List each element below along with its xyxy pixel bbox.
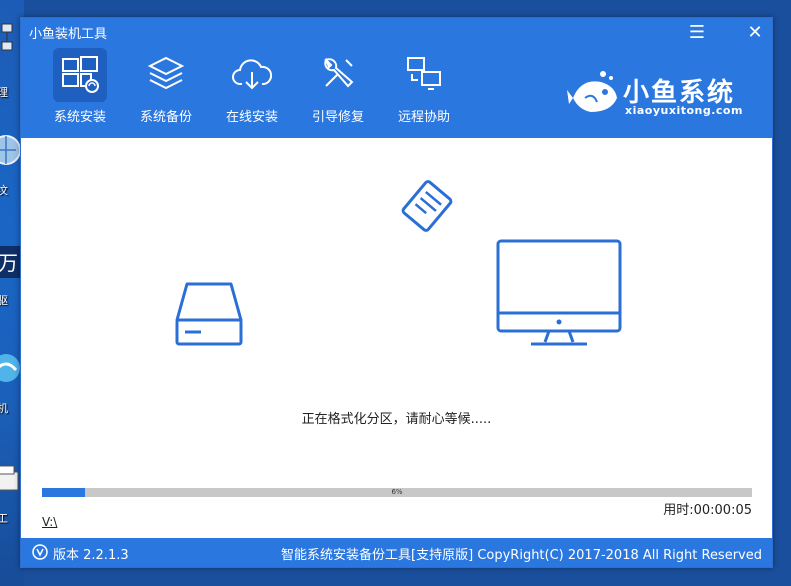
nav-icon-box	[53, 48, 107, 102]
svg-text:万: 万	[0, 251, 18, 275]
desktop-shortcut-label: 管理	[0, 86, 8, 99]
nav-label: 引导修复	[311, 110, 364, 125]
globe-icon	[0, 135, 21, 165]
progress-percent-label: 6%	[391, 488, 403, 496]
nav-icon-box	[397, 48, 451, 102]
close-icon: ✕	[747, 22, 763, 43]
windows-refresh-icon	[62, 56, 99, 93]
nav-label: 系统备份	[139, 110, 192, 125]
installer-window: 小鱼装机工具 ☰ ✕ 系统安装 系统备份 在线安装 引导修复 远程协助 小鱼系统…	[20, 17, 773, 568]
wrench-screwdriver-icon	[324, 57, 354, 88]
elapsed-time: 用时:00:00:05	[663, 503, 752, 518]
desktop-shortcut-label: 能驱	[0, 294, 8, 307]
nav-label: 在线安装	[225, 110, 278, 125]
menu-icon: ☰	[688, 22, 706, 43]
desktop-shortcut-label: 复工	[0, 512, 8, 525]
nav-item-remote-assist[interactable]: 远程协助	[395, 48, 453, 128]
fish-installer-icon	[0, 354, 20, 382]
fish-logo-icon	[567, 71, 617, 112]
progress-panel: 正在格式化分区，请耐心等候..... 6% 用时:00:00:05 V:\	[21, 138, 772, 538]
remote-screens-icon	[407, 57, 441, 90]
cloud-download-icon	[232, 59, 272, 90]
nav-label: 系统安装	[53, 110, 106, 125]
document-icon	[401, 180, 453, 232]
target-drive-link[interactable]: V:\	[42, 515, 57, 529]
version-icon	[32, 544, 48, 560]
nav-label: 远程协助	[397, 110, 450, 125]
brand-url: xiaoyuxitong.com	[625, 104, 743, 117]
desktop-shortcut-label: 装机	[0, 402, 8, 415]
menu-button[interactable]: ☰	[685, 22, 709, 44]
monitor-icon	[496, 239, 622, 346]
layers-icon	[147, 56, 185, 90]
copyright-text: 智能系统安装备份工具[支持原版] CopyRight(C) 2017-2018 …	[281, 548, 762, 563]
nav-item-boot-repair[interactable]: 引导修复	[309, 48, 367, 128]
window-header: 小鱼装机工具 ☰ ✕ 系统安装 系统备份 在线安装 引导修复 远程协助 小鱼系统…	[21, 18, 772, 138]
nav-icon-box	[225, 48, 279, 102]
window-title: 小鱼装机工具	[29, 27, 108, 42]
progress-bar: 6%	[42, 488, 752, 497]
nav-item-system-backup[interactable]: 系统备份	[137, 48, 195, 128]
version-text: 版本 2.2.1.3	[53, 548, 129, 563]
nav-icon-box	[139, 48, 193, 102]
close-button[interactable]: ✕	[743, 22, 767, 44]
brand-logo: 小鱼系统 xiaoyuxitong.com	[567, 68, 767, 124]
driver-app-icon: 万	[0, 246, 20, 278]
hard-drive-icon	[175, 282, 243, 346]
status-message: 正在格式化分区，请耐心等候.....	[301, 412, 492, 427]
nav-item-online-install[interactable]: 在线安装	[223, 48, 281, 128]
printer-icon	[0, 465, 19, 491]
nav-item-system-install[interactable]: 系统安装	[51, 48, 109, 128]
window-footer: 版本 2.2.1.3 智能系统安装备份工具[支持原版] CopyRight(C)…	[21, 538, 772, 567]
nav-icon-box	[311, 48, 365, 102]
desktop-shortcut-label: 窗汶	[0, 184, 8, 197]
